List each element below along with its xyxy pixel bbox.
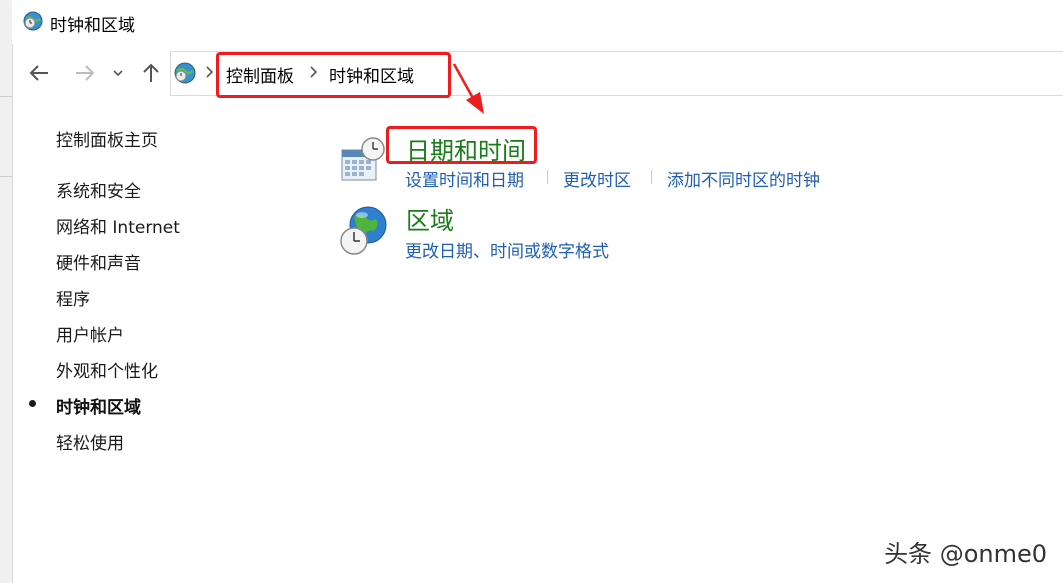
link-change-time-zone[interactable]: 更改时区 bbox=[563, 166, 631, 191]
calendar-clock-icon[interactable] bbox=[340, 136, 386, 184]
navigation-bar: 控制面板 时钟和区域 bbox=[12, 48, 1063, 98]
clock-globe-icon bbox=[23, 11, 43, 31]
recent-locations-button[interactable] bbox=[108, 60, 128, 86]
sidebar-item-hardware-sound[interactable]: 硬件和声音 bbox=[56, 249, 141, 274]
back-button[interactable] bbox=[26, 60, 52, 86]
sidebar-item-home[interactable]: 控制面板主页 bbox=[56, 126, 158, 151]
sidebar-item-ease-of-access[interactable]: 轻松使用 bbox=[56, 429, 124, 454]
link-add-clocks[interactable]: 添加不同时区的时钟 bbox=[667, 166, 820, 191]
annotation-box-breadcrumb bbox=[216, 52, 451, 98]
breadcrumb-separator-icon bbox=[206, 66, 214, 78]
back-arrow-icon bbox=[29, 65, 48, 81]
sidebar-item-network[interactable]: 网络和 Internet bbox=[56, 213, 180, 238]
sidebar-item-user-accounts[interactable]: 用户帐户 bbox=[56, 321, 124, 346]
sidebar-item-system-security[interactable]: 系统和安全 bbox=[56, 177, 141, 202]
category-title-date-time[interactable]: 日期和时间 bbox=[406, 131, 526, 166]
sidebar-item-programs[interactable]: 程序 bbox=[56, 285, 90, 310]
sidebar-item-appearance[interactable]: 外观和个性化 bbox=[56, 357, 158, 382]
link-separator bbox=[651, 170, 652, 184]
title-bar: 时钟和区域 bbox=[12, 0, 1063, 44]
up-arrow-icon bbox=[143, 63, 159, 82]
up-button[interactable] bbox=[138, 60, 164, 86]
chevron-down-icon bbox=[113, 70, 123, 77]
watermark: 头条 @onme0 bbox=[884, 540, 1047, 568]
forward-arrow-icon bbox=[76, 65, 95, 81]
category-title-region[interactable]: 区域 bbox=[406, 201, 454, 236]
link-change-formats[interactable]: 更改日期、时间或数字格式 bbox=[405, 237, 609, 262]
annotation-arrow-icon bbox=[452, 63, 484, 114]
link-set-time-date[interactable]: 设置时间和日期 bbox=[405, 166, 524, 191]
control-panel-icon bbox=[174, 62, 196, 84]
link-separator bbox=[547, 170, 548, 184]
active-bullet-icon bbox=[29, 400, 36, 407]
window-title: 时钟和区域 bbox=[50, 16, 135, 36]
sidebar-item-clock-region[interactable]: 时钟和区域 bbox=[56, 393, 141, 418]
forward-button[interactable] bbox=[72, 60, 98, 86]
globe-clock-icon[interactable] bbox=[338, 205, 390, 257]
